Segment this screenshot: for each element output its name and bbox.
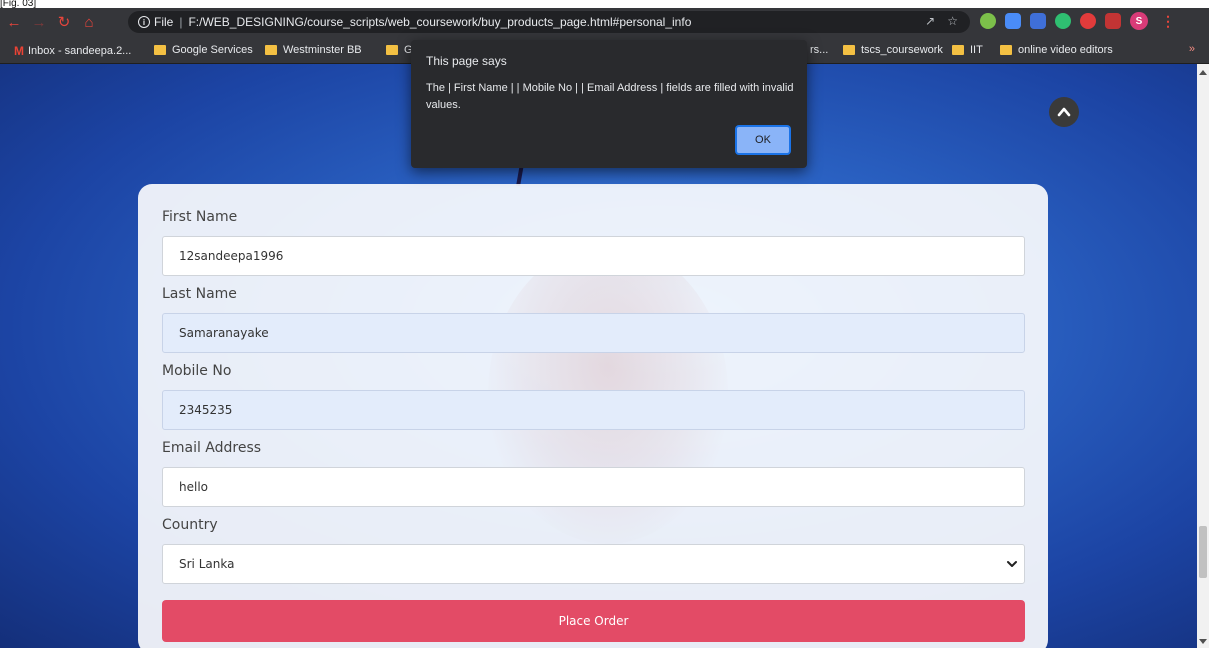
mobile-no-field[interactable]: 2345235 bbox=[162, 390, 1025, 430]
browser-toolbar: ← → ↻ ⌂ i File | F:/WEB_DESIGNING/course… bbox=[0, 8, 1209, 36]
last-name-field[interactable]: Samaranayake bbox=[162, 313, 1025, 353]
extension-grammarly-icon[interactable] bbox=[1055, 13, 1071, 29]
country-selected-value: Sri Lanka bbox=[179, 557, 235, 571]
extension-bookmark-icon[interactable] bbox=[1080, 13, 1096, 29]
dialog-message: The | First Name | | Mobile No | | Email… bbox=[426, 82, 794, 111]
folder-icon bbox=[843, 45, 855, 55]
scrollbar-thumb[interactable] bbox=[1199, 526, 1207, 578]
extension-check-icon[interactable] bbox=[980, 13, 996, 29]
url-separator: | bbox=[179, 15, 183, 29]
gmail-icon: M bbox=[14, 44, 24, 58]
folder-icon bbox=[386, 45, 398, 55]
place-order-button[interactable]: Place Order bbox=[162, 600, 1025, 642]
email-address-label: Email Address bbox=[162, 440, 262, 456]
chevron-down-icon bbox=[1007, 561, 1017, 567]
first-name-label: First Name bbox=[162, 209, 238, 225]
bookmark-item[interactable]: rs... bbox=[810, 44, 828, 56]
scroll-up-icon[interactable] bbox=[1199, 70, 1207, 75]
home-icon[interactable]: ⌂ bbox=[78, 11, 100, 33]
bookmark-item[interactable]: M Inbox - sandeepa.2... bbox=[14, 44, 131, 58]
dialog-title: This page says bbox=[426, 54, 507, 68]
extension-red-icon[interactable] bbox=[1105, 13, 1121, 29]
first-name-field[interactable]: 12sandeepa1996 bbox=[162, 236, 1025, 276]
reload-icon[interactable]: ↻ bbox=[53, 11, 75, 33]
alert-dialog: This page says The | First Name | | Mobi… bbox=[411, 40, 807, 168]
scroll-to-top-button[interactable] bbox=[1049, 97, 1079, 127]
personal-info-form: First Name 12sandeepa1996 Last Name Sama… bbox=[138, 184, 1048, 648]
page-scrollbar[interactable] bbox=[1197, 64, 1209, 648]
folder-icon bbox=[265, 45, 277, 55]
folder-icon bbox=[952, 45, 964, 55]
email-address-field[interactable]: hello bbox=[162, 467, 1025, 507]
folder-icon bbox=[154, 45, 166, 55]
address-bar[interactable]: i File | F:/WEB_DESIGNING/course_scripts… bbox=[128, 11, 970, 33]
mobile-no-label: Mobile No bbox=[162, 363, 232, 379]
share-icon[interactable]: ↗ bbox=[925, 14, 935, 28]
forward-arrow-icon[interactable]: → bbox=[28, 11, 50, 33]
bookmark-item[interactable]: tscs_coursework bbox=[843, 44, 943, 56]
extensions-area: S ⋮ bbox=[980, 12, 1175, 30]
figure-caption: [Fig. 03] bbox=[0, 0, 37, 8]
scroll-down-icon[interactable] bbox=[1199, 639, 1207, 644]
back-arrow-icon[interactable]: ← bbox=[3, 11, 25, 33]
bookmark-item[interactable]: online video editors bbox=[1000, 44, 1113, 56]
url-scheme-label: File bbox=[154, 15, 174, 29]
bookmark-item[interactable]: Westminster BB bbox=[265, 44, 362, 56]
profile-avatar[interactable]: S bbox=[1130, 12, 1148, 30]
screenshot: [Fig. 03] ← → ↻ ⌂ i File | F:/WEB_DESIGN… bbox=[0, 0, 1209, 648]
bookmark-item[interactable]: Google Services bbox=[154, 44, 253, 56]
info-icon[interactable]: i bbox=[138, 16, 150, 28]
address-bar-actions: ↗ ☆ bbox=[925, 14, 958, 28]
url-text: F:/WEB_DESIGNING/course_scripts/web_cour… bbox=[188, 15, 692, 29]
last-name-label: Last Name bbox=[162, 286, 237, 302]
bookmark-star-icon[interactable]: ☆ bbox=[947, 14, 958, 28]
country-label: Country bbox=[162, 517, 218, 533]
chevron-up-icon bbox=[1057, 107, 1071, 117]
country-select[interactable]: Sri Lanka bbox=[162, 544, 1025, 584]
extension-docs-icon[interactable] bbox=[1030, 13, 1046, 29]
dialog-ok-button[interactable]: OK bbox=[735, 125, 791, 155]
extension-meet-icon[interactable] bbox=[1005, 13, 1021, 29]
kebab-menu-icon[interactable]: ⋮ bbox=[1161, 13, 1175, 30]
bookmark-item[interactable]: IIT bbox=[952, 44, 983, 56]
folder-icon bbox=[1000, 45, 1012, 55]
bookmarks-overflow-icon[interactable]: » bbox=[1189, 43, 1195, 55]
